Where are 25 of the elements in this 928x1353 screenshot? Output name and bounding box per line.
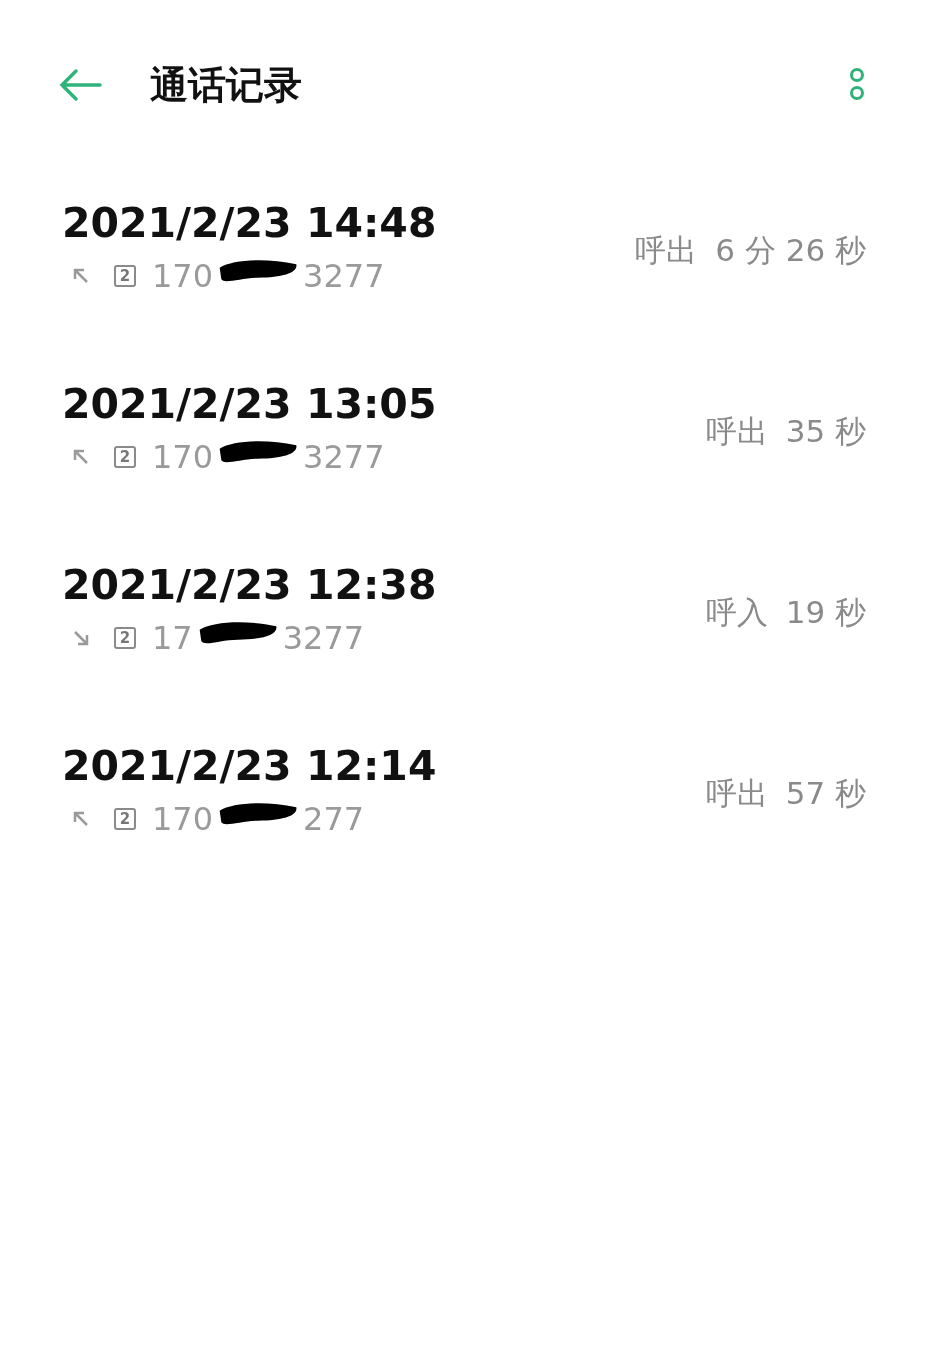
phone-number-end: 277 — [303, 799, 365, 841]
phone-number-start: 170 — [152, 437, 214, 479]
phone-number-start: 170 — [152, 799, 214, 841]
call-datetime: 2021/2/23 12:38 — [62, 562, 438, 609]
call-type: 呼出 — [705, 413, 768, 450]
call-datetime: 2021/2/23 13:05 — [62, 381, 438, 428]
call-duration: 6 分 26 秒 — [715, 232, 866, 269]
phone-number-end: 3277 — [303, 437, 385, 479]
call-datetime: 2021/2/23 14:48 — [62, 200, 438, 247]
call-duration: 57 秒 — [785, 775, 866, 812]
sim-icon: 2 — [114, 265, 136, 288]
phone-number-end: 3277 — [282, 618, 365, 660]
sim-icon: 2 — [114, 627, 136, 650]
call-duration: 35 秒 — [785, 413, 866, 450]
phone-number-start: 17 — [152, 618, 193, 660]
phone-number-end: 3277 — [303, 256, 385, 298]
call-duration: 19 秒 — [785, 594, 866, 631]
sim-icon: 2 — [114, 808, 136, 831]
call-type: 呼出 — [635, 232, 698, 269]
call-type: 呼出 — [705, 775, 768, 812]
sim-icon: 2 — [114, 446, 136, 469]
phone-number-start: 170 — [152, 256, 214, 298]
call-type: 呼入 — [705, 594, 768, 631]
page-title: 通话记录 — [150, 61, 302, 109]
call-datetime: 2021/2/23 12:14 — [62, 743, 438, 790]
